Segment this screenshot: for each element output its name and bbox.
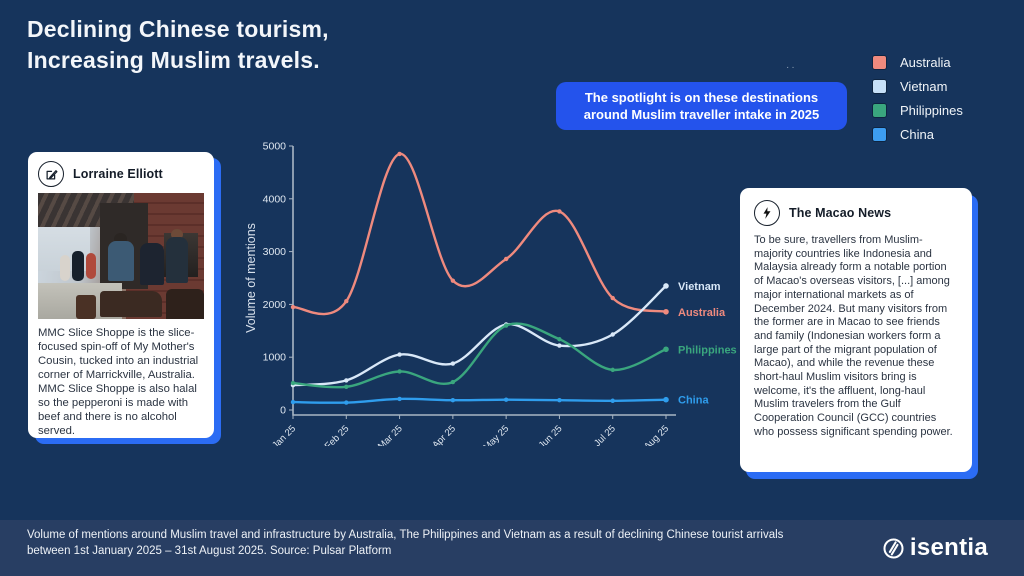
- quote-card-macao-news: The Macao News To be sure, travellers fr…: [740, 188, 972, 472]
- source-name: The Macao News: [789, 206, 891, 220]
- svg-text:4000: 4000: [263, 193, 287, 205]
- photo-layer: [76, 295, 96, 319]
- quote-card-lorraine: Lorraine Elliott MMC Slice Shoppe is the…: [28, 152, 214, 438]
- svg-text:Apr 25: Apr 25: [430, 423, 458, 446]
- isentia-logo-text: isentia: [910, 534, 988, 562]
- photo-layer: [86, 253, 96, 279]
- line-chart-svg: 0 1000 2000 3000 4000 5000 Volume of mentions J…: [238, 130, 748, 446]
- footer-bar: Volume of mentions around Muslim travel …: [0, 520, 1024, 576]
- photo-layer: [166, 237, 188, 283]
- page-title-line2: Increasing Muslim travels.: [27, 45, 329, 76]
- svg-text:Mar 25: Mar 25: [376, 423, 405, 446]
- quote-text: To be sure, travellers from Muslim-major…: [754, 234, 958, 440]
- cafe-photo: [38, 193, 204, 319]
- chart-caption: Volume of mentions around Muslim travel …: [27, 528, 797, 559]
- series-line-china: [293, 399, 666, 403]
- legend-swatch: [872, 79, 887, 94]
- slide: Declining Chinese tourism, Increasing Mu…: [0, 0, 1024, 576]
- spotlight-callout: The spotlight is on these destinations a…: [556, 82, 847, 130]
- svg-text:Aug 25: Aug 25: [642, 423, 671, 446]
- isentia-logo: isentia: [882, 534, 988, 562]
- series-end-label-vietnam: Vietnam: [678, 281, 721, 293]
- page-title: Declining Chinese tourism, Increasing Mu…: [27, 14, 329, 76]
- photo-layer: [140, 243, 164, 285]
- svg-text:Jun 25: Jun 25: [537, 423, 565, 446]
- svg-text:5000: 5000: [263, 141, 287, 153]
- series-end-label-australia: Australia: [678, 307, 726, 319]
- photo-layer: [100, 291, 162, 317]
- photo-layer: [60, 255, 70, 281]
- svg-text:0: 0: [280, 405, 286, 417]
- series-line-australia: [293, 154, 666, 314]
- line-chart: 0 1000 2000 3000 4000 5000 Volume of mentions J…: [238, 130, 748, 446]
- quote-text: MMC Slice Shoppe is the slice-focused sp…: [28, 319, 214, 438]
- lightning-icon: [754, 200, 780, 226]
- legend-label: Australia: [900, 55, 951, 70]
- legend-item-china: China: [872, 126, 963, 142]
- legend-swatch: [872, 127, 887, 142]
- legend-swatch: [872, 55, 887, 70]
- svg-text:Jul 25: Jul 25: [592, 423, 618, 446]
- legend-swatch: [872, 103, 887, 118]
- series-end-label-philippines: Philippines: [678, 344, 737, 356]
- svg-text:3000: 3000: [263, 246, 287, 258]
- y-axis-title: Volume of mentions: [244, 223, 258, 333]
- legend-item-philippines: Philippines: [872, 102, 963, 118]
- page-title-line1: Declining Chinese tourism,: [27, 14, 329, 45]
- svg-text:2000: 2000: [263, 299, 287, 311]
- series-line-philippines: [293, 323, 666, 387]
- svg-text:Jan 25: Jan 25: [270, 423, 298, 446]
- svg-text:Feb 25: Feb 25: [323, 423, 352, 446]
- svg-text:1000: 1000: [263, 352, 287, 364]
- quote-card-header: The Macao News: [754, 200, 958, 226]
- spotlight-callout-text: The spotlight is on these destinations a…: [584, 90, 820, 122]
- legend-label: China: [900, 127, 934, 142]
- edit-icon: [38, 161, 64, 187]
- author-name: Lorraine Elliott: [73, 167, 163, 181]
- chart-legend: Australia Vietnam Philippines China: [872, 54, 963, 142]
- legend-item-australia: Australia: [872, 54, 963, 70]
- photo-layer: [108, 241, 134, 281]
- quote-card-header: Lorraine Elliott: [28, 152, 214, 193]
- series-end-label-china: China: [678, 395, 709, 407]
- legend-label: Philippines: [900, 103, 963, 118]
- legend-item-vietnam: Vietnam: [872, 78, 963, 94]
- svg-text:May 25: May 25: [481, 423, 511, 446]
- photo-layer: [72, 251, 84, 281]
- isentia-logo-icon: [882, 537, 905, 560]
- decorative-dots: ··: [786, 62, 797, 73]
- photo-layer: [166, 289, 204, 319]
- legend-label: Vietnam: [900, 79, 947, 94]
